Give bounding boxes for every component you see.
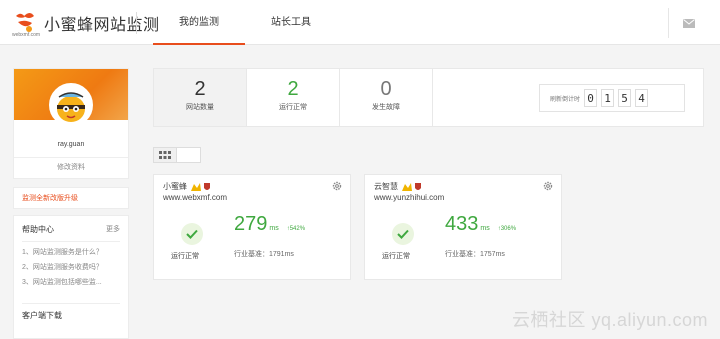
stat-label: 发生故障 — [372, 104, 400, 111]
help-more-link[interactable]: 更多 — [106, 224, 120, 235]
response-time: 279 ms ↑542% — [234, 213, 305, 236]
logo-text: 小蜜蜂网站监测 — [44, 17, 160, 34]
stats-panel: 2 网站数量 2 运行正常 0 发生故障 刷新倒计时 0 1 5 4 — [153, 68, 704, 127]
site-url: www.yunzhihui.com — [374, 193, 445, 202]
grid-icon — [159, 151, 171, 159]
timer-label: 刷新倒计时 — [550, 96, 581, 103]
badge-icon — [402, 182, 421, 191]
response-value: 433 — [445, 213, 479, 235]
tab-webmaster-tools[interactable]: 站长工具 — [245, 0, 337, 45]
response-value: 279 — [234, 213, 268, 235]
help-item[interactable]: 1、网站监测服务是什么？ — [22, 247, 120, 257]
stat-label: 网站数量 — [186, 104, 214, 111]
status-ok-icon — [392, 223, 414, 245]
stat-label: 运行正常 — [279, 104, 307, 111]
help-item[interactable]: 2、网站监测服务收费吗？ — [22, 262, 120, 272]
stat-running[interactable]: 2 运行正常 — [247, 69, 340, 126]
divider — [136, 12, 137, 34]
benchmark-text: 行业基准：1791ms — [234, 251, 294, 258]
help-title: 帮助中心 — [22, 225, 54, 234]
gear-icon[interactable] — [543, 181, 553, 191]
response-change: ↑306% — [497, 226, 517, 232]
status-text: 运行正常 — [171, 253, 199, 260]
watermark: 云栖社区 yq.aliyun.com — [511, 310, 708, 330]
timer-digit: 4 — [635, 89, 649, 107]
timer-digit: 1 — [601, 89, 615, 107]
sidebar: ray.guan 修改资料 监测全新改版升级 帮助中心 更多 1、网站监测服务是… — [13, 68, 129, 339]
status-ok-icon — [181, 223, 203, 245]
timer-digit: 0 — [584, 89, 598, 107]
promo-link[interactable]: 监测全新改版升级 — [13, 187, 129, 209]
stat-site-count[interactable]: 2 网站数量 — [154, 69, 247, 126]
stat-faults[interactable]: 0 发生故障 — [340, 69, 433, 126]
response-time: 433 ms ↑306% — [445, 213, 516, 236]
status-text: 运行正常 — [382, 253, 410, 260]
badge-icon — [191, 182, 210, 191]
grid-view-button[interactable] — [154, 148, 178, 162]
view-toggle — [153, 147, 201, 163]
list-view-button[interactable] — [177, 148, 200, 162]
site-card[interactable]: 小蜜蜂 www.webxmf.com 运行正常 279 ms ↑542% 行业基… — [153, 174, 351, 280]
site-name: 云智慧 — [374, 182, 398, 191]
edit-profile-link[interactable]: 修改资料 — [14, 157, 128, 172]
mail-icon — [682, 18, 695, 28]
avatar[interactable] — [49, 83, 93, 127]
refresh-timer: 刷新倒计时 0 1 5 4 — [539, 84, 685, 112]
profile-card: ray.guan 修改资料 — [13, 68, 129, 179]
stat-value: 0 — [380, 78, 392, 100]
help-item[interactable]: 3、网站监测包括哪些监... — [22, 277, 120, 287]
site-name: 小蜜蜂 — [163, 182, 187, 191]
benchmark-text: 行业基准：1757ms — [445, 251, 505, 258]
response-unit: ms — [480, 225, 490, 232]
gear-icon[interactable] — [332, 181, 342, 191]
logo-subtext: webxmf.com — [12, 32, 41, 38]
mail-button[interactable] — [668, 8, 708, 38]
client-download-heading[interactable]: 客户端下载 — [22, 303, 120, 321]
response-unit: ms — [269, 225, 279, 232]
response-change: ↑542% — [286, 226, 306, 232]
help-center: 帮助中心 更多 1、网站监测服务是什么？ 2、网站监测服务收费吗？ 3、网站监测… — [13, 215, 129, 339]
top-bar: 小蜜蜂网站监测 webxmf.com 我的监测 站长工具 — [0, 0, 720, 45]
stat-value: 2 — [194, 78, 206, 100]
timer-digit: 5 — [618, 89, 632, 107]
tab-my-monitoring[interactable]: 我的监测 — [153, 0, 245, 45]
bee-avatar-icon — [51, 85, 91, 125]
stat-value: 2 — [287, 78, 299, 100]
site-card[interactable]: 云智慧 www.yunzhihui.com 运行正常 433 ms ↑306% … — [364, 174, 562, 280]
site-url: www.webxmf.com — [163, 193, 228, 202]
username: ray.guan — [57, 141, 85, 148]
